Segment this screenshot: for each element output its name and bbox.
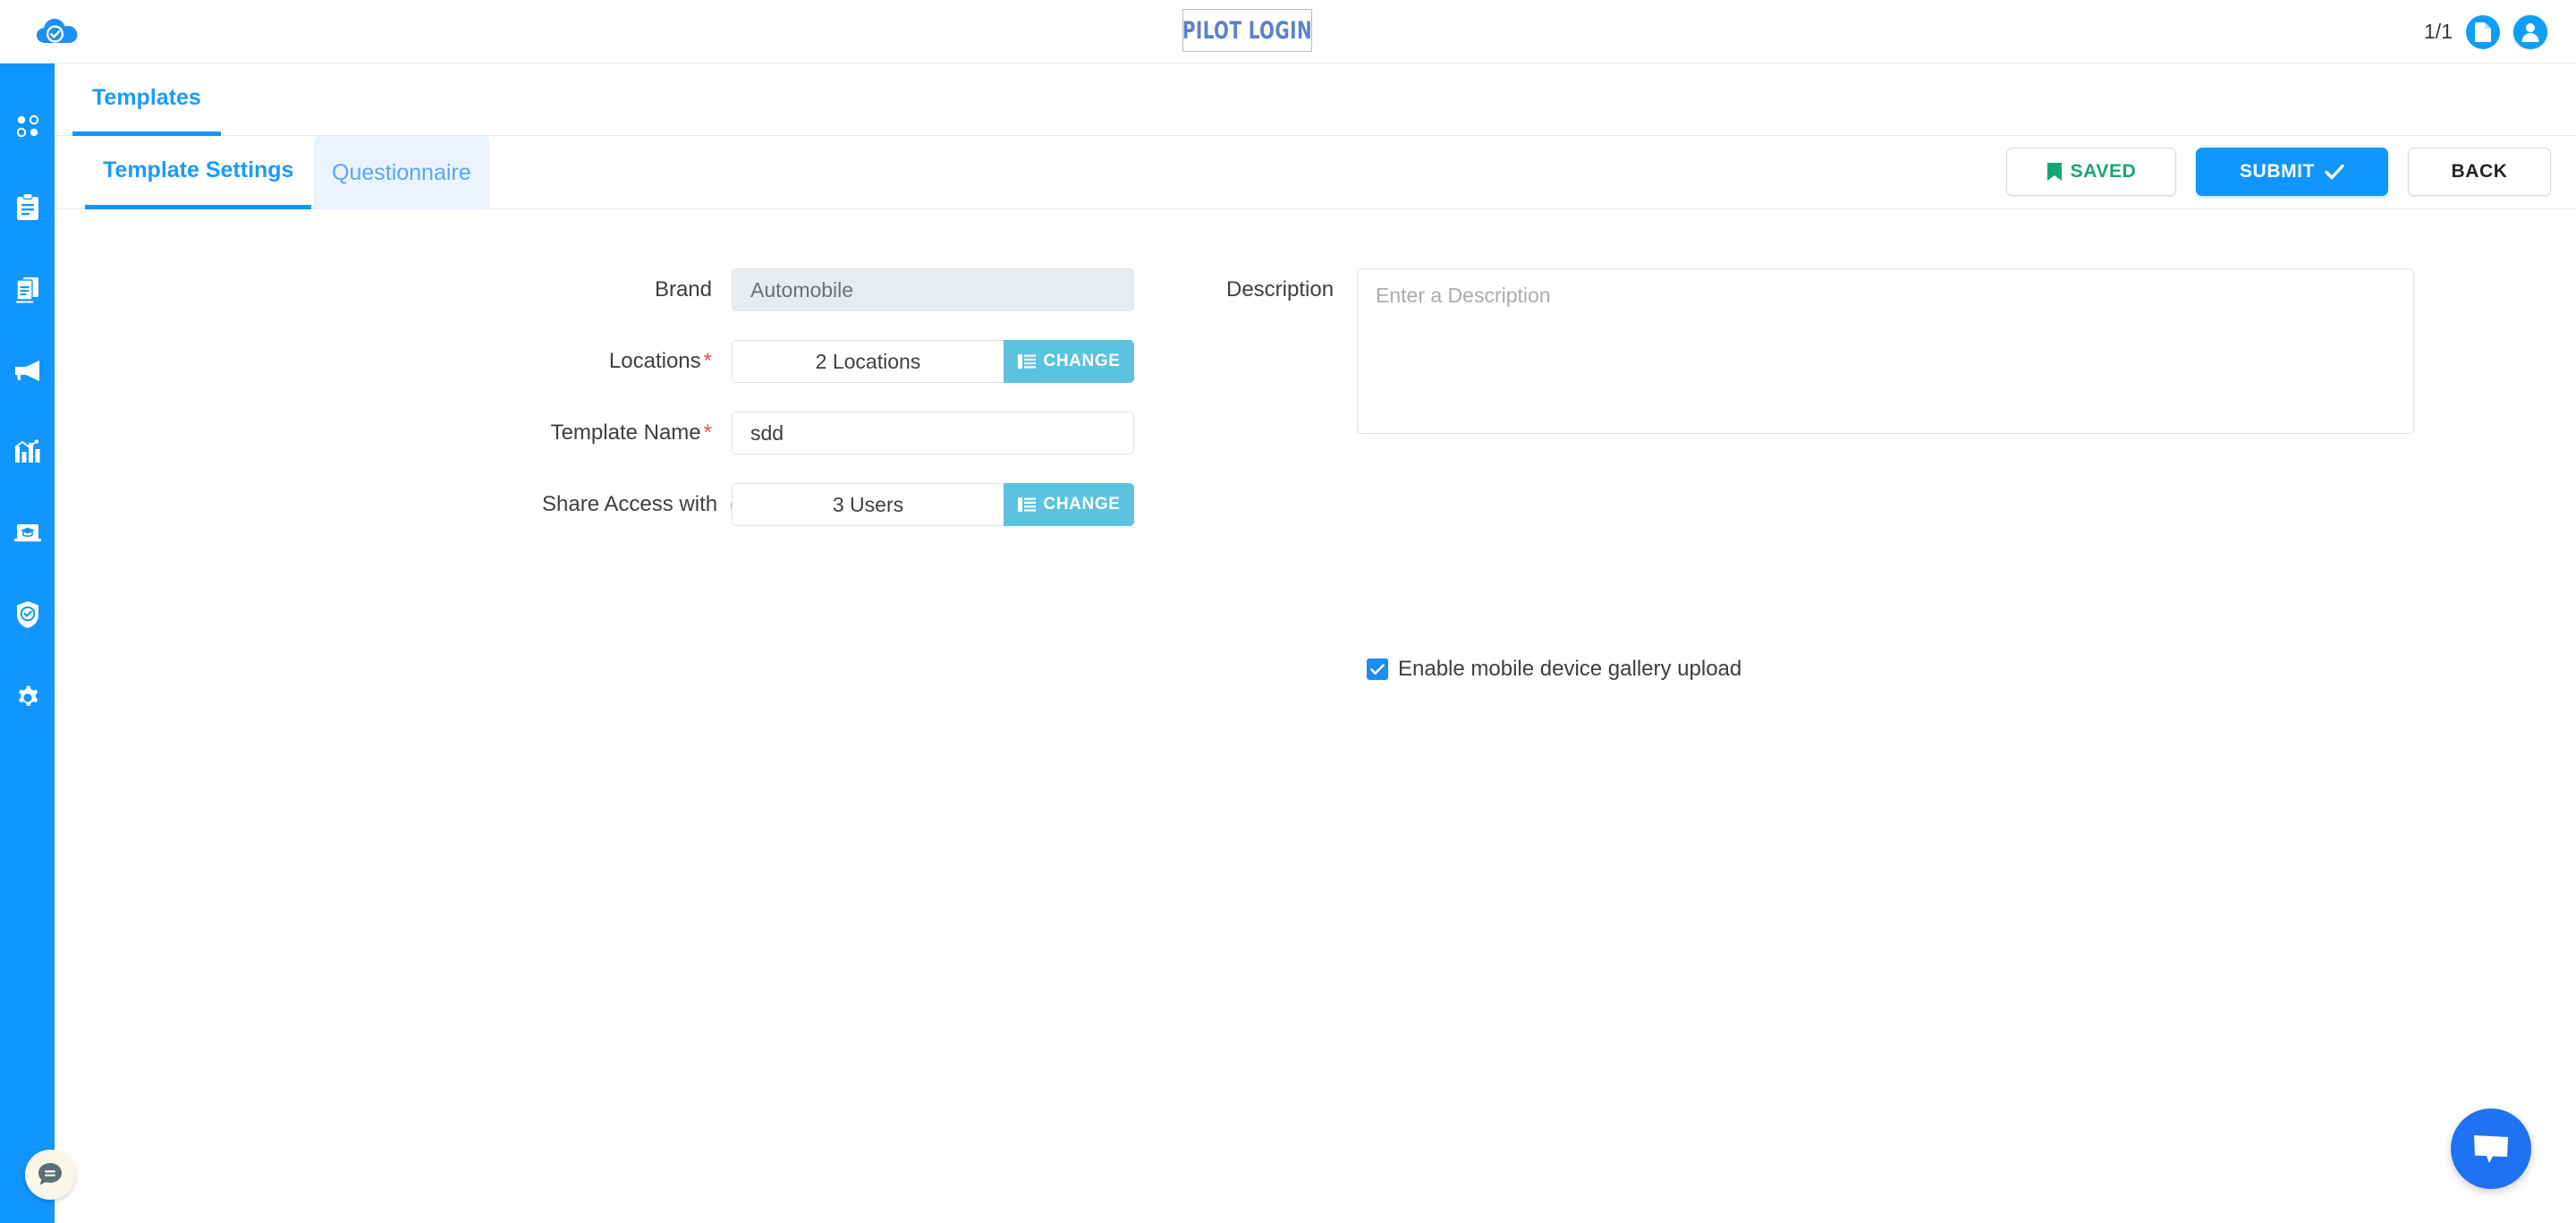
saved-button[interactable]: SAVED	[2006, 148, 2176, 196]
description-input[interactable]	[1357, 268, 2414, 434]
tab-questionnaire-label: Questionnaire	[332, 159, 471, 185]
clipboard-icon	[16, 192, 38, 220]
locations-change-label: CHANGE	[1043, 352, 1121, 370]
main-content: Brand Automobile Locations * 2 Locations …	[55, 209, 2576, 1223]
locations-combo: 2 Locations CHANGE	[732, 340, 1134, 383]
field-row-locations: Locations * 2 Locations CHANGE	[542, 340, 1134, 383]
elearning-laptop-icon	[13, 523, 41, 541]
cloud-check-icon	[37, 19, 78, 43]
bar-chart-icon	[13, 438, 39, 463]
template-name-input[interactable]	[732, 412, 1134, 454]
locations-change-button[interactable]: CHANGE	[1004, 340, 1134, 383]
list-icon	[1017, 354, 1036, 369]
locations-value[interactable]: 2 Locations	[732, 340, 1004, 383]
gallery-upload-label: Enable mobile device gallery upload	[1398, 657, 1742, 681]
page-title-text: PILOT LOGIN	[1182, 16, 1313, 45]
share-access-combo: 3 Users CHANGE	[732, 483, 1134, 526]
share-access-change-label: CHANGE	[1043, 495, 1121, 514]
breadcrumb-label: Templates	[92, 84, 201, 110]
tab-row: Template Settings Questionnaire SAVED SU…	[55, 136, 2576, 209]
share-access-change-button[interactable]: CHANGE	[1004, 483, 1134, 526]
tab-template-settings-label: Template Settings	[103, 157, 294, 183]
back-button-label: BACK	[2451, 161, 2508, 182]
share-access-label-text: Share Access with	[542, 492, 718, 516]
locations-required-mark: *	[703, 349, 712, 373]
template-name-label-text: Template Name	[550, 420, 701, 445]
chat-button[interactable]	[2451, 1108, 2531, 1189]
back-button[interactable]: BACK	[2408, 148, 2551, 196]
brand-value: Automobile	[750, 277, 854, 302]
feedback-chat-icon	[38, 1163, 62, 1185]
document-icon	[2475, 21, 2491, 42]
brand-field: Automobile	[732, 268, 1134, 311]
sidebar-item-dashboard[interactable]	[0, 85, 55, 166]
brand-label: Brand	[654, 277, 712, 302]
bookmark-flag-icon	[2046, 163, 2062, 181]
locations-label-text: Locations	[608, 349, 701, 373]
shield-check-icon	[16, 600, 38, 628]
saved-button-label: SAVED	[2070, 161, 2137, 182]
sidebar-item-reports[interactable]	[0, 411, 55, 492]
top-header: PILOT LOGIN 1/1	[0, 0, 2576, 64]
dashboard-dots-icon	[16, 115, 38, 137]
gallery-upload-row: Enable mobile device gallery upload	[1367, 657, 1741, 682]
field-row-share-access: Share Access with 3 Users CHANGE	[542, 483, 1134, 526]
gear-icon	[18, 685, 38, 706]
check-icon	[1370, 663, 1385, 675]
template-name-label: Template Name *	[542, 412, 712, 454]
header-right-group: 1/1	[2424, 0, 2549, 64]
locations-label: Locations *	[542, 340, 712, 383]
breadcrumb[interactable]: Templates	[72, 64, 221, 136]
field-row-template-name: Template Name *	[542, 412, 1134, 454]
sidebar-item-audits[interactable]	[0, 166, 55, 248]
user-avatar-icon	[2521, 22, 2539, 42]
template-name-required-mark: *	[703, 420, 712, 445]
chat-bubble-icon	[2474, 1135, 2508, 1163]
sidebar	[0, 64, 55, 1223]
action-button-group: SAVED SUBMIT BACK	[2006, 148, 2551, 196]
breadcrumb-row: Templates	[55, 64, 2576, 136]
list-icon	[1017, 497, 1036, 512]
gallery-upload-checkbox[interactable]	[1367, 658, 1388, 680]
tab-template-settings[interactable]: Template Settings	[85, 136, 312, 209]
share-access-label: Share Access with	[542, 483, 747, 526]
sidebar-item-templates[interactable]	[0, 248, 55, 329]
tab-questionnaire[interactable]: Questionnaire	[314, 136, 489, 209]
app-logo[interactable]	[34, 10, 80, 53]
feedback-button[interactable]	[25, 1150, 75, 1200]
check-icon	[2325, 164, 2344, 180]
field-row-description: Description	[1226, 268, 2414, 434]
description-label: Description	[1226, 277, 1335, 302]
document-button[interactable]	[2466, 14, 2500, 49]
avatar[interactable]	[2512, 13, 2549, 51]
field-row-brand: Brand Automobile	[542, 268, 1134, 311]
page-counter: 1/1	[2424, 20, 2453, 43]
documents-icon	[15, 276, 38, 302]
sidebar-item-elearning[interactable]	[0, 492, 55, 573]
megaphone-icon	[14, 360, 39, 381]
sidebar-item-settings[interactable]	[0, 655, 55, 736]
submit-button[interactable]: SUBMIT	[2196, 148, 2388, 196]
sidebar-item-announcements[interactable]	[0, 329, 55, 411]
share-access-value[interactable]: 3 Users	[732, 483, 1004, 526]
submit-button-label: SUBMIT	[2239, 161, 2316, 182]
page-title: PILOT LOGIN	[1182, 9, 1312, 52]
sidebar-item-compliance[interactable]	[0, 573, 55, 655]
